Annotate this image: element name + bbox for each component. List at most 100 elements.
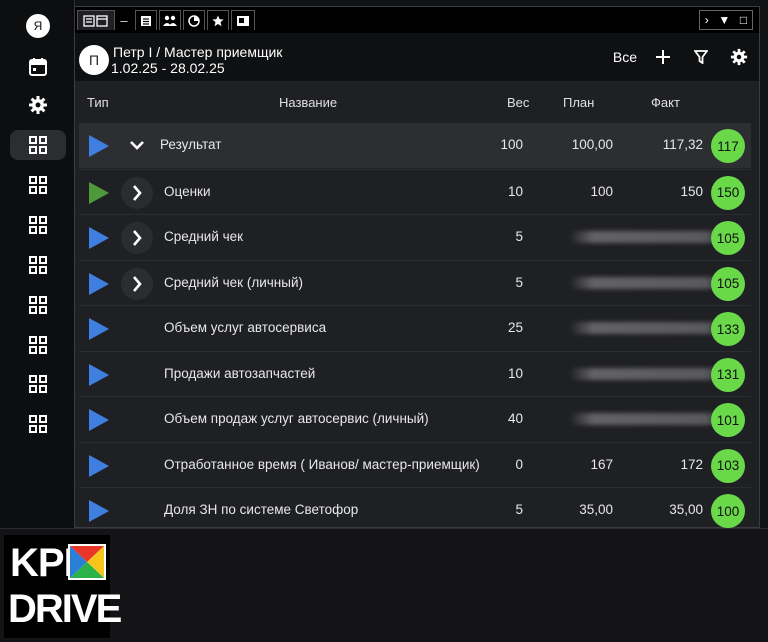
score-badge[interactable]: 101 — [711, 403, 745, 437]
row-name[interactable]: Объем продаж услуг автосервис (личный) — [164, 411, 429, 426]
settings-button[interactable] — [10, 90, 66, 120]
sidebar-item-2[interactable] — [10, 170, 66, 200]
grid-icon — [29, 176, 47, 194]
row-name[interactable]: Доля ЗН по системе Светофор — [164, 502, 358, 517]
header-actions: Все — [613, 46, 751, 68]
type-play-icon[interactable] — [85, 271, 117, 297]
expand-row-button[interactable] — [121, 222, 153, 254]
blurred-values — [569, 413, 729, 425]
sidebar-item-5[interactable] — [10, 290, 66, 320]
kpi-drive-logo: KPI DRIVE — [4, 535, 122, 638]
chevron-down-icon — [130, 141, 144, 150]
type-play-icon[interactable] — [85, 498, 117, 524]
row-name[interactable]: Результат — [160, 137, 221, 152]
table-row[interactable]: Продажи автозапчастей 10 131 — [79, 350, 751, 397]
row-weight: 10 — [507, 365, 523, 381]
sidebar-item-8[interactable] — [10, 409, 66, 439]
row-plan: 35,00 — [579, 502, 613, 517]
document-icon — [141, 15, 151, 26]
column-header-weight[interactable]: Вес — [507, 95, 529, 110]
row-weight: 40 — [507, 411, 523, 426]
type-play-icon[interactable] — [85, 316, 117, 342]
score-badge[interactable]: 131 — [711, 357, 745, 392]
row-weight: 10 — [507, 183, 523, 199]
settings-button-header[interactable] — [727, 46, 751, 68]
column-header-type[interactable]: Тип — [87, 95, 109, 110]
blurred-values — [569, 276, 729, 289]
table-header: Тип Название Вес План Факт — [75, 81, 759, 123]
row-name[interactable]: Продажи автозапчастей — [164, 366, 315, 381]
filter-button[interactable] — [689, 46, 713, 68]
tab-bar: – › ▼ □ — [75, 7, 759, 34]
row-weight: 0 — [515, 456, 523, 472]
calendar-button[interactable] — [10, 52, 66, 82]
triangle-down-icon[interactable]: ▼ — [718, 13, 730, 27]
media-icon — [237, 15, 249, 26]
type-play-icon[interactable] — [85, 407, 117, 433]
tab-minimize[interactable]: – — [115, 10, 133, 30]
table-row[interactable]: Средний чек 5 105 — [79, 214, 751, 260]
tab-media[interactable] — [231, 10, 255, 30]
layout-icon — [83, 14, 108, 27]
table-row[interactable]: Доля ЗН по системе Светофор 5 35,00 35,00 10… — [79, 487, 751, 533]
tab-chart[interactable] — [183, 10, 205, 30]
type-play-icon[interactable] — [85, 180, 117, 206]
tab-layout[interactable] — [77, 10, 115, 30]
row-fact: 35,00 — [669, 502, 703, 517]
score-badge[interactable]: 150 — [711, 175, 745, 210]
column-header-name[interactable]: Название — [279, 95, 337, 110]
table-row[interactable]: Объем услуг автосервиса 25 133 — [79, 305, 751, 351]
sidebar-item-4[interactable] — [10, 250, 66, 280]
users-icon — [163, 15, 177, 26]
score-badge[interactable]: 105 — [711, 266, 745, 301]
row-name[interactable]: Средний чек — [164, 229, 243, 244]
type-play-icon[interactable] — [85, 362, 117, 388]
row-weight: 5 — [515, 502, 523, 517]
chevron-right-icon — [133, 275, 142, 292]
score-badge[interactable]: 100 — [711, 494, 745, 528]
table-row[interactable]: Средний чек (личный) 5 105 — [79, 259, 751, 306]
period-label[interactable]: 1.02.25 - 28.02.25 — [111, 60, 225, 76]
score-badge[interactable]: 117 — [711, 129, 745, 163]
row-name[interactable]: Отработанное время ( Иванов/ мастер-прие… — [164, 457, 480, 472]
tab-favorites[interactable] — [207, 10, 229, 30]
expand-row-button[interactable] — [121, 267, 153, 300]
row-name[interactable]: Средний чек (личный) — [164, 275, 303, 290]
table-row[interactable]: Отработанное время ( Иванов/ мастер-прие… — [79, 441, 751, 488]
table-row[interactable]: Оценки 10 100 150 150 — [79, 168, 751, 215]
score-badge[interactable]: 103 — [711, 448, 745, 483]
sidebar-item-3[interactable] — [10, 210, 66, 240]
column-header-fact[interactable]: Факт — [651, 95, 680, 110]
table-row[interactable]: Результат 100 100,00 117,32 117 — [79, 123, 751, 168]
table-row[interactable]: Объем продаж услуг автосервис (личный) 40… — [79, 396, 751, 442]
row-name[interactable]: Объем услуг автосервиса — [164, 320, 326, 335]
sidebar-item-7[interactable] — [10, 369, 66, 399]
blurred-values — [569, 367, 729, 380]
row-weight: 100 — [500, 137, 523, 152]
grid-icon — [29, 336, 47, 354]
filter-icon — [694, 50, 708, 64]
sidebar-item-1[interactable] — [10, 130, 66, 160]
row-name[interactable]: Оценки — [164, 184, 211, 199]
maximize-icon[interactable]: □ — [740, 13, 747, 27]
filter-all-button[interactable]: Все — [613, 49, 637, 65]
left-sidebar: Я — [0, 0, 75, 528]
score-badge[interactable]: 105 — [711, 221, 745, 255]
row-fact: 150 — [680, 183, 703, 199]
type-play-icon[interactable] — [85, 453, 117, 479]
add-button[interactable] — [651, 46, 675, 68]
type-play-icon[interactable] — [85, 133, 117, 159]
grid-icon — [29, 296, 47, 314]
collapse-row-button[interactable] — [121, 130, 153, 162]
chevron-right-icon[interactable]: › — [705, 13, 709, 27]
profile-avatar-button[interactable]: Я — [10, 11, 66, 41]
tab-users[interactable] — [159, 10, 181, 30]
sidebar-item-6[interactable] — [10, 330, 66, 360]
minimize-icon: – — [120, 12, 128, 28]
type-play-icon[interactable] — [85, 225, 117, 251]
tab-document[interactable] — [135, 10, 157, 30]
score-badge[interactable]: 133 — [711, 312, 745, 346]
column-header-plan[interactable]: План — [563, 95, 594, 110]
expand-row-button[interactable] — [121, 176, 153, 209]
user-avatar[interactable]: П — [79, 45, 109, 75]
